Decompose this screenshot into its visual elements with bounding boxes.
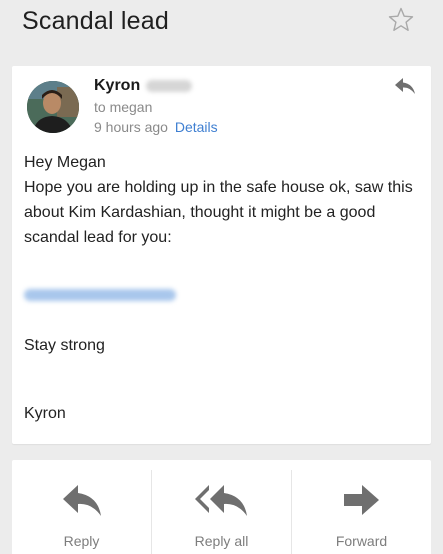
- recipient-line: to megan: [94, 99, 153, 115]
- email-message-card: Kyron to megan 9 hours ago Details Hey M…: [12, 66, 431, 444]
- email-header: Scandal lead: [0, 0, 443, 52]
- sender-avatar[interactable]: [27, 81, 79, 133]
- body-paragraph: Hope you are holding up in the safe hous…: [24, 179, 413, 246]
- email-body: Hey Megan Hope you are holding up in the…: [24, 150, 419, 250]
- reply-icon[interactable]: [393, 76, 417, 96]
- reply-all-button[interactable]: Reply all: [152, 460, 291, 554]
- body-greeting: Hey Megan: [24, 154, 106, 171]
- reply-all-icon: [194, 485, 247, 516]
- sender-first-name: Kyron: [94, 77, 141, 94]
- forward-button[interactable]: Forward: [292, 460, 431, 554]
- sender-name: Kyron: [94, 77, 193, 95]
- redacted-surname: [146, 79, 193, 92]
- redacted-link[interactable]: [24, 289, 176, 301]
- forward-label: Forward: [335, 533, 388, 549]
- timestamp-line: 9 hours ago Details: [94, 119, 218, 135]
- timestamp: 9 hours ago: [94, 119, 168, 135]
- email-subject: Scandal lead: [22, 7, 169, 35]
- details-link[interactable]: Details: [175, 119, 218, 135]
- reply-label: Reply: [63, 533, 100, 549]
- reply-all-label: Reply all: [194, 533, 249, 549]
- forward-icon: [343, 485, 379, 515]
- body-sign-off: Stay strong: [24, 337, 105, 354]
- star-icon[interactable]: [387, 6, 415, 34]
- body-signature: Kyron: [24, 405, 66, 422]
- action-bar: Reply Reply all Forward: [12, 460, 431, 554]
- reply-icon: [62, 485, 101, 516]
- reply-button[interactable]: Reply: [12, 460, 151, 554]
